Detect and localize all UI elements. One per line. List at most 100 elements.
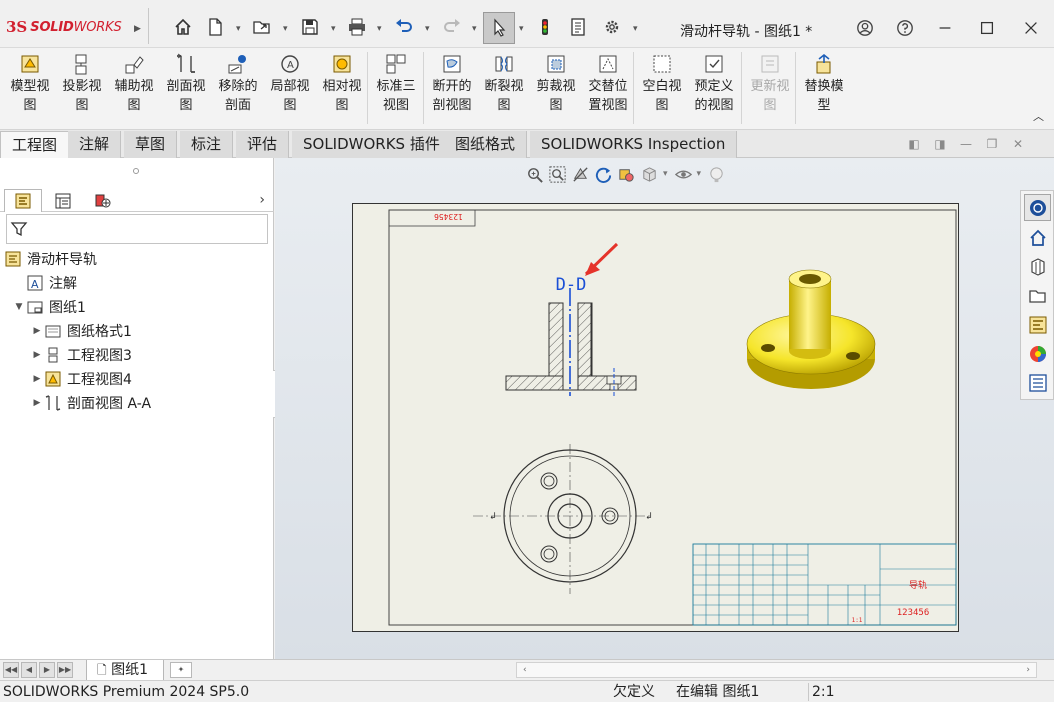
ribbon-button-break-view[interactable]: 断裂视 图 [478,52,530,116]
home-task-icon[interactable] [1024,224,1051,251]
zoom-area-icon[interactable] [548,165,567,184]
select-dropdown-icon[interactable]: ▾ [519,24,524,34]
previous-view-icon[interactable] [571,165,590,184]
hide-show-dropdown-icon[interactable]: ▾ [697,169,702,179]
panel-expand-chevron-right-icon[interactable]: › [259,192,265,208]
ribbon-button-broken-out-section[interactable]: 断开的 剖视图 [426,52,478,116]
featuremanager-tab-icon[interactable] [4,189,42,212]
help-icon[interactable] [890,14,920,42]
tab-4[interactable]: 评估 [236,131,290,158]
top-view-drawing[interactable]: ↲ ↲ [473,444,653,594]
tab-3[interactable]: 标注 [180,131,234,158]
print-dropdown-icon[interactable]: ▾ [377,24,382,34]
scene-lighting-icon[interactable] [707,165,726,184]
display-manager-tab-icon[interactable] [84,189,122,212]
section-view-drawing[interactable] [505,288,637,396]
tree-item[interactable]: 滑动杆导轨 [4,248,97,270]
tree-item[interactable]: ▶ 图纸格式1 [30,320,132,342]
tree-expand-icon[interactable]: ▶ [30,326,44,336]
file-properties-icon[interactable] [566,15,590,39]
zoom-to-fit-icon[interactable] [525,165,544,184]
print-icon[interactable] [345,15,369,39]
title-block[interactable]: 导轨 123456 1:1 [692,543,957,626]
tab-5[interactable]: SOLIDWORKS 插件 [292,131,452,158]
tree-expand-icon[interactable]: ▼ [12,302,26,312]
ribbon-button-detail-view[interactable]: A 局部视 图 [264,52,316,116]
save-dropdown-icon[interactable]: ▾ [331,24,336,34]
sheet-tab-1[interactable]: 🗋 图纸1 [86,660,164,681]
open-folder-icon[interactable] [250,15,274,39]
tree-filter-input[interactable] [6,214,268,244]
last-sheet-icon[interactable]: ▶▶ [57,662,73,678]
viewport-restore-icon[interactable]: ❐ [984,136,1000,152]
open-dropdown-icon[interactable]: ▾ [283,24,288,34]
redo-icon[interactable] [440,15,464,39]
tab-0[interactable]: 工程图 [0,131,70,158]
design-library-icon[interactable] [1024,253,1051,280]
redo-dropdown-icon[interactable]: ▾ [472,24,477,34]
ribbon-button-section-view[interactable]: 剖面视 图 [160,52,212,116]
tree-item[interactable]: ▶ 剖面视图 A-A [30,392,151,414]
display-style-icon[interactable] [617,165,636,184]
ribbon-button-auxiliary-view[interactable]: 辅助视 图 [108,52,160,116]
account-icon[interactable] [850,14,880,42]
minimize-icon[interactable] [930,14,960,42]
maximize-icon[interactable] [972,14,1002,42]
tree-expand-icon[interactable]: ▶ [30,398,44,408]
property-manager-tab-icon[interactable] [44,189,82,212]
tab-6[interactable]: 图纸格式 [444,131,528,158]
viewport-close-icon[interactable]: ✕ [1010,136,1026,152]
ribbon-button-relative-view[interactable]: 相对视 图 [316,52,368,116]
ribbon-button-removed-section[interactable]: 移除的 剖面 [212,52,264,116]
ribbon-button-projected-view[interactable]: 投影视 图 [56,52,108,116]
status-scale[interactable]: 2:1 [812,681,835,702]
hide-show-items-icon[interactable] [674,165,693,184]
ribbon-button-crop-view[interactable]: 剪裁视 图 [530,52,582,116]
scroll-right-icon[interactable]: › [1026,663,1030,677]
close-icon[interactable] [1016,14,1046,42]
ribbon-button-empty-view[interactable]: 空白视 图 [636,52,688,116]
isometric-model-view[interactable] [746,269,876,389]
home-icon[interactable] [171,15,195,39]
view-orientation-dropdown-icon[interactable]: ▾ [663,169,668,179]
options-gear-icon[interactable] [600,15,624,39]
appearances-icon[interactable] [1024,340,1051,367]
ribbon-button-predefined-view[interactable]: 预定义 的视图 [688,52,740,116]
undo-dropdown-icon[interactable]: ▾ [425,24,430,34]
next-sheet-icon[interactable]: ▶ [39,662,55,678]
tree-expand-icon[interactable]: ▶ [30,350,44,360]
prev-sheet-icon[interactable]: ◀ [21,662,37,678]
save-icon[interactable] [298,15,322,39]
panel-grip-icon[interactable] [133,168,139,174]
view-palette-icon[interactable] [1024,311,1051,338]
viewport-minimize-icon[interactable]: — [958,136,974,152]
add-sheet-icon[interactable]: ✦ [170,662,192,678]
rotate-view-icon[interactable] [594,165,613,184]
graphics-area[interactable]: ▾ ▾ 123456 D-D ↲ ↲ 导轨 123456 1:1 [275,158,1054,659]
title-block-part-code[interactable]: 123456 [897,608,930,618]
tree-item[interactable]: ▼ 图纸1 [12,296,86,318]
tree-item[interactable]: ▶ 工程视图4 [30,368,132,390]
undo-icon[interactable] [392,15,416,39]
tree-item[interactable]: ▶ 工程视图3 [30,344,132,366]
first-sheet-icon[interactable]: ◀◀ [3,662,19,678]
tab-2[interactable]: 草图 [124,131,178,158]
ribbon-button-update-view[interactable]: 更新视 图 [744,52,796,116]
ribbon-button-replace-model[interactable]: 替换模 型 [798,52,850,116]
viewport-next-icon[interactable]: ◨ [932,136,948,152]
ribbon-button-alternate-position-view[interactable]: 交替位 置视图 [582,52,634,116]
menu-expand-arrow-icon[interactable]: ▶ [134,24,141,34]
section-view-label[interactable]: D-D [556,275,587,295]
solidworks-resources-icon[interactable] [1024,194,1051,221]
horizontal-scrollbar[interactable]: ‹ › [516,662,1037,678]
collapse-ribbon-chevron-up-icon[interactable]: ︿ [1033,108,1044,124]
title-block-part-name[interactable]: 导轨 [909,579,927,591]
view-orientation-icon[interactable] [640,165,659,184]
rebuild-traffic-light-icon[interactable] [533,15,557,39]
tree-item[interactable]: A 注解 [12,272,77,294]
ribbon-button-standard-3-view[interactable]: 标准三 视图 [370,52,422,116]
tab-7[interactable]: SOLIDWORKS Inspection [530,131,738,158]
tab-1[interactable]: 注解 [68,131,122,158]
custom-properties-icon[interactable] [1024,369,1051,396]
file-explorer-icon[interactable] [1024,282,1051,309]
